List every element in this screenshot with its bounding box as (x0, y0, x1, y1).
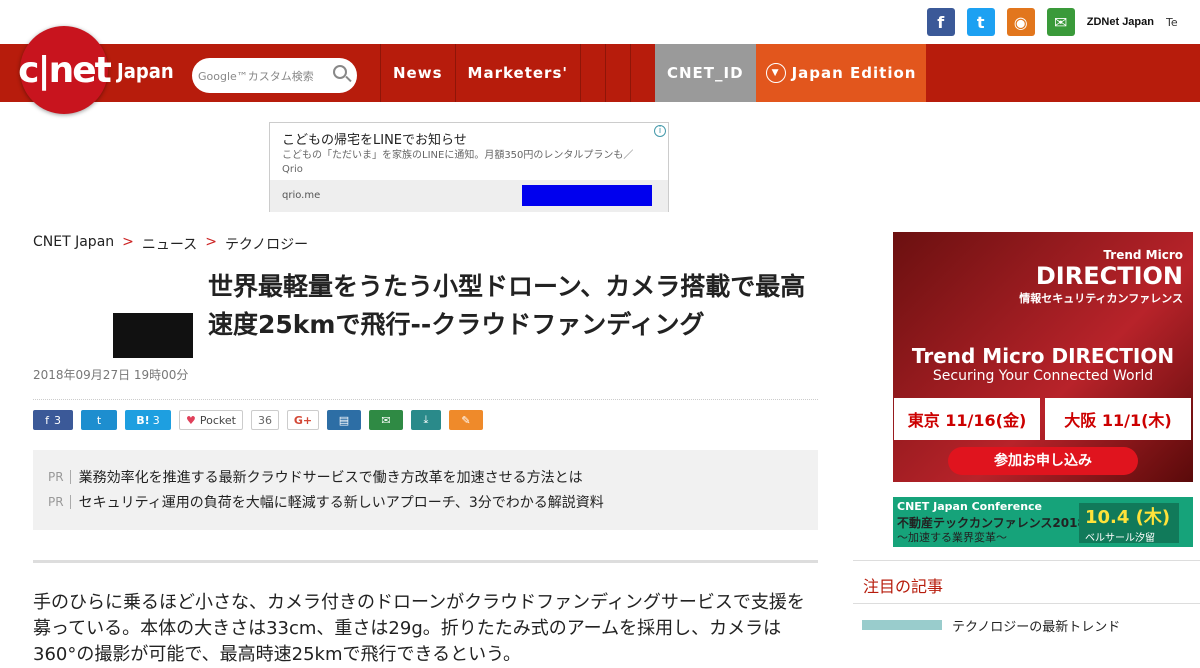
print-icon[interactable]: ▤ (326, 410, 361, 430)
share-bar: f 3 t B! 3 ♥ Pocket 36 G+ ▤ ✉ ⤓ ✎ (33, 410, 483, 430)
sidebar-ad-conference[interactable]: CNET Japan Conference 不動産テックカンファレンス2018 … (893, 497, 1193, 547)
logo-region-label: Japan (117, 59, 174, 83)
pr-item[interactable]: PR 業務効率化を推進する最新クラウドサービスで働き方改革を加速させる方法とは (48, 467, 583, 487)
google-plus-button[interactable]: G+ (286, 410, 319, 430)
search-icon[interactable] (333, 65, 347, 79)
ad-title[interactable]: こどもの帰宅をLINEでお知らせ (282, 129, 467, 148)
social-links: f t ◉ ✉ ZDNet Japan Te (926, 8, 1200, 36)
article-title: 世界最軽量をうたう小型ドローン、カメラ搭載で最高速度25kmで飛行--クラウドフ… (208, 272, 806, 339)
ad-footer: qrio.me (270, 180, 668, 212)
twitter-icon: t (96, 413, 102, 427)
ad-info-icon[interactable]: i (654, 125, 666, 137)
ad2-date-box: 10.4 (木) ベルサール汐留 (1079, 503, 1179, 544)
chevron-down-icon: ▼ (765, 63, 786, 83)
sidebar-section-header: 注目の記事 (853, 560, 1200, 604)
top-ad-banner[interactable]: こどもの帰宅をLINEでお知らせ こどもの「ただいま」を家族のLINEに通知。月… (269, 122, 669, 212)
ad-headline: Trend Micro DIRECTION (911, 344, 1175, 368)
breadcrumb: CNET Japan > ニュース > テクノロジー (33, 234, 308, 254)
ad-cta-button[interactable] (522, 185, 652, 206)
cnet-logo[interactable]: c|net (18, 26, 112, 114)
hatena-label: B! (136, 413, 150, 427)
sidebar-item-title[interactable]: テクノロジーの最新トレンド (952, 616, 1120, 635)
sidebar-item-thumbnail[interactable] (862, 620, 942, 630)
facebook-icon: f (45, 413, 49, 427)
twitter-share-button[interactable]: t (81, 410, 117, 430)
nav-items: News Marketers' CNET_ID ▼ Japan Edition (380, 44, 927, 102)
zdnet-link[interactable]: ZDNet Japan (1087, 16, 1154, 28)
ad-description: こどもの「ただいま」を家族のLINEに通知。月額350円のレンタルプランも／Qr… (282, 150, 634, 175)
breadcrumb-news[interactable]: ニュース (142, 234, 197, 254)
ad-tokyo-date: 東京 11/16(金) (894, 398, 1040, 440)
pr-item-text[interactable]: 業務効率化を推進する最新クラウドサービスで働き方改革を加速させる方法とは (79, 467, 583, 487)
nav-empty-2[interactable] (604, 44, 630, 102)
ad-product: DIRECTION (1035, 262, 1183, 290)
rss-icon[interactable]: ◉ (1006, 8, 1035, 36)
breadcrumb-home[interactable]: CNET Japan (33, 234, 114, 254)
search-placeholder: Google™カスタム検索 (198, 69, 314, 83)
pocket-count: 36 (250, 410, 279, 430)
edition-label: Japan Edition (791, 64, 917, 82)
sidebar-section-title: 注目の記事 (863, 577, 944, 596)
ad-brand: Trend Micro (1103, 248, 1183, 262)
ad-conference: 情報セキュリティカンファレンス (1019, 292, 1183, 305)
ad-domain: qrio.me (282, 190, 321, 201)
article-body: 手のひらに乗るほど小さな、カメラ付きのドローンがクラウドファンディングサービスで… (33, 592, 805, 665)
nav-empty-3[interactable] (629, 44, 655, 102)
pr-box: PR 業務効率化を推進する最新クラウドサービスで働き方改革を加速させる方法とは … (33, 450, 818, 530)
pr-item-text[interactable]: セキュリティ運用の負荷を大幅に軽減する新しいアプローチ、3分でわかる解説資料 (79, 492, 604, 512)
nav-marketers[interactable]: Marketers' (454, 44, 580, 102)
email-share-icon[interactable]: ✉ (368, 410, 403, 430)
search-input[interactable]: Google™カスタム検索 (192, 58, 357, 93)
pr-tag: PR (48, 495, 71, 509)
mail-icon[interactable]: ✉ (1046, 8, 1075, 36)
pocket-button[interactable]: ♥ Pocket (179, 410, 243, 430)
twitter-icon[interactable]: t (966, 8, 995, 36)
pr-item[interactable]: PR セキュリティ運用の負荷を大幅に軽減する新しいアプローチ、3分でわかる解説資… (48, 492, 604, 512)
facebook-share-count: 3 (53, 413, 61, 427)
facebook-share-button[interactable]: f 3 (33, 410, 73, 430)
nav-cnet-id[interactable]: CNET_ID (654, 44, 756, 102)
techrepublic-link[interactable]: Te (1166, 16, 1200, 29)
pocket-icon: ♥ (186, 413, 196, 427)
pr-tag: PR (48, 470, 71, 484)
sidebar-ad-trend-micro[interactable]: Trend Micro DIRECTION 情報セキュリティカンファレンス Tr… (893, 232, 1193, 482)
breadcrumb-sep: > (122, 234, 134, 250)
divider (33, 399, 818, 400)
facebook-icon[interactable]: f (926, 8, 955, 36)
breadcrumb-technology[interactable]: テクノロジー (225, 234, 308, 254)
ad2-line1: CNET Japan Conference (897, 500, 1043, 513)
ad-subline: Securing Your Connected World (932, 368, 1154, 384)
pocket-label: Pocket (199, 413, 236, 427)
ad2-venue: ベルサール汐留 (1085, 533, 1155, 544)
hatena-bookmark-button[interactable]: B! 3 (125, 410, 171, 430)
save-icon[interactable]: ⤓ (410, 410, 441, 430)
breadcrumb-sep: > (205, 234, 217, 250)
ad2-line3: 〜加速する業界変革〜 (897, 531, 1007, 544)
nav-empty-1[interactable] (579, 44, 605, 102)
ad2-date: 10.4 (木) (1085, 507, 1171, 528)
article-date: 2018年09月27日 19時00分 (33, 368, 189, 382)
nav-news[interactable]: News (380, 44, 455, 102)
author-thumbnail (113, 313, 193, 358)
hatena-count: 3 (152, 413, 160, 427)
ad-osaka-date: 大阪 11/1(木) (1045, 398, 1191, 440)
divider (33, 560, 818, 563)
nav-edition-selector[interactable]: ▼ Japan Edition (755, 44, 927, 102)
ad-signup-button[interactable]: 参加お申し込み (948, 447, 1138, 475)
clip-icon[interactable]: ✎ (448, 410, 483, 430)
top-bar: f t ◉ ✉ ZDNet Japan Te (0, 0, 1200, 44)
